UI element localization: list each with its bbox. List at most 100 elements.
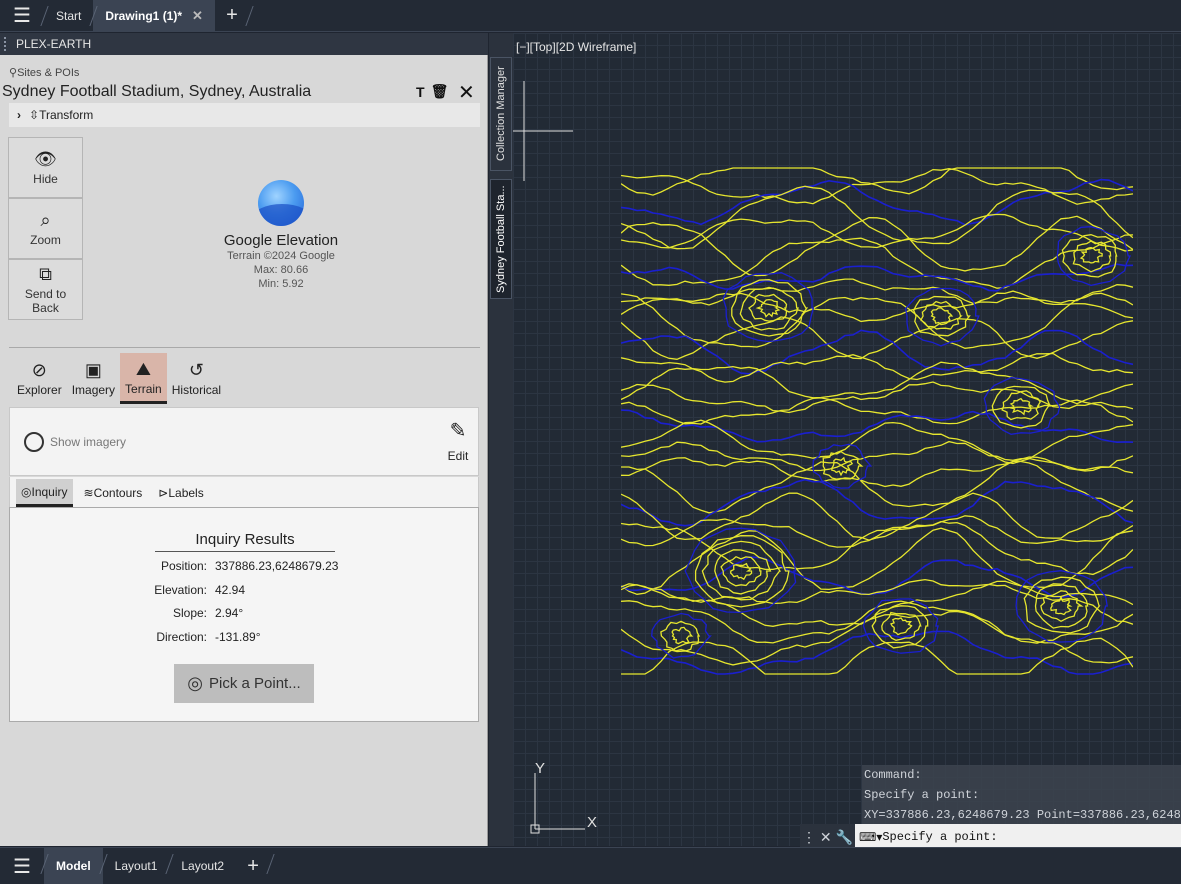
zoom-label: Zoom	[30, 232, 61, 247]
wrench-icon[interactable]: 🔧	[836, 829, 853, 846]
tab-collection-manager-label: Collection Manager	[495, 66, 507, 162]
tab-layout2[interactable]: Layout2	[169, 848, 236, 884]
tab-layout1[interactable]: Layout1	[103, 848, 170, 884]
magnifier-icon: ⌕	[40, 209, 51, 230]
tab-drawing1[interactable]: Drawing1 (1)* ✕	[93, 0, 215, 32]
inquiry-results-panel: Inquiry Results Position: 337886.23,6248…	[9, 507, 479, 722]
autocad-window: ☰ Start Drawing1 (1)* ✕ + PLEX-EARTH ⚲Si…	[0, 0, 1181, 884]
result-value: -131.89°	[215, 630, 261, 644]
result-value: 2.94°	[215, 606, 244, 620]
new-tab-plus-icon[interactable]: +	[215, 0, 249, 32]
result-value: 337886.23,6248679.23	[215, 559, 339, 573]
text-icon[interactable]: T	[416, 84, 425, 100]
result-value: 42.94	[215, 583, 246, 597]
provider-credit: Terrain ©2024 Google	[227, 250, 335, 262]
tab-contours[interactable]: ≋ Contours	[79, 479, 148, 507]
contour-line	[621, 556, 1133, 599]
google-earth-logo-icon	[258, 180, 304, 226]
grip-icon[interactable]	[4, 37, 10, 51]
tab-separator	[270, 848, 294, 884]
elevation-max: Max: 80.66	[253, 264, 309, 276]
hide-button[interactable]: 👁 Hide	[8, 137, 83, 198]
chevron-right-icon: ›	[17, 108, 21, 122]
edit-label: Edit	[447, 449, 469, 463]
contour-line	[621, 381, 1133, 414]
tab-start-label: Start	[56, 8, 82, 23]
contour-line	[621, 361, 1133, 405]
tab-start[interactable]: Start	[44, 0, 93, 32]
show-imagery-label[interactable]: Show imagery	[50, 435, 126, 449]
title-tools: T 🗑	[416, 83, 448, 100]
mode-tabs: ⊘ Explorer ▣ Imagery ⛰ Terrain ↺ Histori…	[12, 353, 226, 404]
pin-icon: ⚲	[9, 67, 18, 79]
tab-sydney-football-stadium[interactable]: Sydney Football Sta...	[490, 179, 512, 299]
show-imagery-radio[interactable]	[24, 432, 44, 452]
close-icon[interactable]: ✕	[820, 829, 832, 846]
hamburger-menu-icon[interactable]: ☰	[0, 850, 44, 882]
hide-label: Hide	[33, 171, 58, 186]
divider	[9, 347, 480, 348]
site-title: Sydney Football Stadium, Sydney, Austral…	[2, 83, 312, 100]
new-layout-plus-icon[interactable]: +	[236, 850, 270, 882]
command-history-line: Command:	[862, 765, 1181, 785]
tab-terrain[interactable]: ⛰ Terrain	[120, 353, 167, 404]
close-icon[interactable]: ✕	[458, 80, 475, 105]
tab-separator	[249, 0, 273, 32]
trash-icon[interactable]: 🗑	[431, 83, 449, 100]
tab-labels-label: Labels	[168, 486, 204, 500]
contour-line	[621, 440, 1133, 472]
send-to-back-label: Send to Back	[24, 286, 67, 315]
palette-title-bar[interactable]: PLEX-EARTH	[0, 33, 488, 55]
tab-explorer[interactable]: ⊘ Explorer	[12, 353, 67, 404]
prompt-icon[interactable]: ⌨▾	[859, 830, 882, 845]
tab-imagery-label: Imagery	[71, 383, 116, 397]
viewport-controls-label[interactable]: [−][Top][2D Wireframe]	[516, 40, 636, 54]
edit-button[interactable]: ✎ Edit	[444, 418, 472, 463]
grip-icon[interactable]: ⋮	[802, 829, 816, 846]
pick-a-point-button[interactable]: ◎ Pick a Point...	[174, 664, 314, 703]
ucs-axis-icon: Y X	[530, 761, 597, 834]
tab-imagery[interactable]: ▣ Imagery	[67, 353, 120, 404]
eye-icon: 👁	[34, 148, 57, 169]
contour-line	[621, 316, 1133, 360]
label-icon: ⊳	[158, 486, 169, 500]
transform-expander[interactable]: › ⇳ Transform	[9, 103, 480, 127]
tab-labels[interactable]: ⊳ Labels	[153, 479, 208, 507]
axis-x-label: X	[587, 814, 597, 831]
close-tab-icon[interactable]: ✕	[192, 8, 203, 24]
tab-inquiry[interactable]: ◎ Inquiry	[16, 479, 73, 507]
result-key: Position:	[160, 559, 207, 573]
layout-tab-bar: ☰ Model Layout1 Layout2 +	[0, 847, 1181, 884]
tab-model[interactable]: Model	[44, 847, 103, 884]
palette-side-tabs: Collection Manager Sydney Football Sta..…	[489, 33, 513, 846]
tab-model-label: Model	[56, 859, 91, 873]
plex-earth-palette: PLEX-EARTH ⚲Sites & POIs Sydney Football…	[0, 33, 488, 846]
palette-content: ⚲Sites & POIs Sydney Football Stadium, S…	[0, 55, 487, 846]
contour-line	[621, 478, 1133, 527]
send-to-back-button[interactable]: ⧉ Send to Back	[8, 259, 83, 320]
provider-info: Google Elevation Terrain ©2024 Google Ma…	[198, 180, 364, 291]
sites-pois-label: Sites & POIs	[17, 67, 80, 79]
tab-layout2-label: Layout2	[181, 859, 225, 873]
drawing-viewport[interactable]: [−][Top][2D Wireframe] Y X	[513, 33, 1181, 846]
tab-collection-manager[interactable]: Collection Manager	[490, 57, 512, 171]
crosshair-cursor-icon	[513, 81, 573, 181]
result-key: Slope:	[172, 606, 207, 620]
contour-line	[621, 234, 1133, 289]
history-icon: ↺	[188, 360, 204, 380]
contour-line	[621, 515, 1133, 548]
sites-pois-breadcrumb[interactable]: ⚲Sites & POIs	[9, 66, 79, 79]
contour-line	[621, 167, 1133, 196]
pick-cursor-icon: ◎	[187, 673, 203, 693]
contour-line	[621, 168, 1133, 205]
tab-historical[interactable]: ↺ Historical	[167, 353, 226, 404]
contour-line	[890, 617, 913, 636]
tab-site-label: Sydney Football Sta...	[495, 185, 507, 293]
mountain-icon: ⛰	[135, 358, 151, 379]
contour-line	[755, 298, 781, 318]
imagery-options: Show imagery ✎ Edit	[9, 407, 479, 476]
tab-layout1-label: Layout1	[114, 859, 158, 873]
zoom-button[interactable]: ⌕ Zoom	[8, 198, 83, 259]
hamburger-menu-icon[interactable]: ☰	[0, 0, 44, 32]
pencil-icon: ✎	[449, 420, 467, 442]
